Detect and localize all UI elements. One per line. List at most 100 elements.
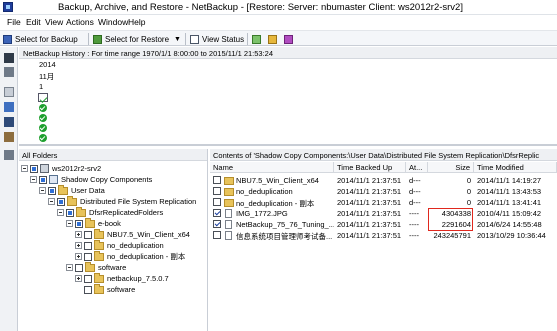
row-checkbox[interactable] bbox=[213, 187, 221, 195]
tools-icon[interactable] bbox=[4, 150, 14, 160]
backup-success-icon[interactable] bbox=[39, 124, 47, 132]
column-header-time-modified[interactable]: Time Modified bbox=[474, 162, 557, 173]
menu-edit[interactable]: Edit bbox=[26, 17, 41, 27]
tree-node-label: Distributed File System Replication bbox=[80, 197, 197, 206]
title-bar: Backup, Archive, and Restore - NetBackup… bbox=[0, 0, 557, 15]
select-for-restore-button[interactable]: Select for Restore ▼ bbox=[93, 33, 181, 45]
shadow-copy-icon bbox=[49, 175, 58, 184]
tree-node-dfsr-folders[interactable]: DfsrReplicatedFolders bbox=[21, 206, 207, 218]
refresh-button[interactable] bbox=[252, 33, 264, 45]
chevron-down-icon[interactable]: ▼ bbox=[174, 36, 181, 43]
collapse-icon[interactable] bbox=[48, 198, 55, 205]
tree-checkbox[interactable] bbox=[84, 230, 92, 239]
tree-node-no-dedup[interactable]: no_deduplication bbox=[21, 239, 207, 251]
collapse-icon[interactable] bbox=[57, 209, 64, 216]
menu-file[interactable]: File bbox=[7, 17, 21, 27]
menu-help[interactable]: Help bbox=[128, 17, 145, 27]
tree-checkbox[interactable] bbox=[48, 186, 56, 195]
row-attributes: d--- bbox=[409, 176, 421, 185]
expand-icon[interactable] bbox=[4, 67, 14, 77]
tree-checkbox[interactable] bbox=[39, 175, 47, 184]
row-time-backed-up: 2014/11/1 21:37:51 bbox=[337, 198, 402, 207]
backup-list-icon[interactable] bbox=[4, 102, 14, 112]
tree-node-shadow-copy[interactable]: Shadow Copy Components bbox=[21, 174, 207, 185]
tree-checkbox[interactable] bbox=[84, 274, 92, 283]
table-row[interactable]: 信息系统项目管理师考试备... 2014/11/1 21:37:51 ---- … bbox=[210, 230, 557, 241]
row-name: NetBackup_75_76_Tuning_... bbox=[236, 220, 334, 229]
table-row[interactable]: NBU7.5_Win_Client_x64 2014/11/1 21:37:51… bbox=[210, 175, 557, 186]
backup-image-selected-icon[interactable] bbox=[38, 93, 48, 102]
collapse-icon[interactable] bbox=[39, 187, 46, 194]
folder-icon bbox=[94, 283, 104, 294]
search-icon[interactable] bbox=[4, 132, 14, 142]
backup-icon bbox=[3, 34, 12, 44]
menu-window[interactable]: Window bbox=[98, 17, 128, 27]
tree-node-software-sub[interactable]: software bbox=[21, 283, 207, 295]
tree-node-e-book[interactable]: e-book bbox=[21, 217, 207, 229]
collapse-icon[interactable] bbox=[66, 220, 73, 227]
row-time-modified: 2013/10/29 10:36:44 bbox=[477, 231, 546, 240]
history-day[interactable]: 1 bbox=[39, 82, 43, 91]
column-header-time-backed-up[interactable]: Time Backed Up bbox=[334, 162, 406, 173]
collapse-icon[interactable] bbox=[30, 176, 37, 183]
row-time-modified: 2014/11/1 13:41:41 bbox=[477, 198, 542, 207]
table-row[interactable]: NetBackup_75_76_Tuning_... 2014/11/1 21:… bbox=[210, 219, 557, 230]
calendar-icon[interactable] bbox=[4, 87, 14, 97]
row-attributes: ---- bbox=[409, 231, 419, 240]
tree-checkbox[interactable] bbox=[84, 241, 92, 250]
backup-success-icon[interactable] bbox=[39, 104, 47, 112]
row-checkbox[interactable] bbox=[213, 198, 221, 206]
row-checkbox[interactable] bbox=[213, 220, 221, 228]
expand-icon[interactable] bbox=[75, 253, 82, 260]
tree-node-dfsr[interactable]: Distributed File System Replication bbox=[21, 195, 207, 207]
tree-node-client[interactable]: ws2012r2-srv2 bbox=[21, 163, 207, 174]
column-header-size[interactable]: Size bbox=[428, 162, 474, 173]
column-header-name[interactable]: Name bbox=[210, 162, 334, 173]
tree-checkbox[interactable] bbox=[75, 263, 83, 272]
tree-node-no-dedup-copy[interactable]: no_deduplication - 副本 bbox=[21, 250, 207, 262]
tree-node-user-data[interactable]: User Data bbox=[21, 184, 207, 196]
column-header-attributes[interactable]: At... bbox=[406, 162, 428, 173]
select-for-backup-button[interactable]: Select for Backup bbox=[3, 33, 78, 45]
expand-icon[interactable] bbox=[75, 231, 82, 238]
expand-icon[interactable] bbox=[75, 242, 82, 249]
table-row[interactable]: no_deduplication - 副本 2014/11/1 21:37:51… bbox=[210, 197, 557, 208]
history-year[interactable]: 2014 bbox=[39, 60, 56, 69]
tree-checkbox[interactable] bbox=[84, 252, 92, 261]
table-row[interactable]: no_deduplication 2014/11/1 21:37:51 d---… bbox=[210, 186, 557, 197]
tree-node-label: software bbox=[107, 285, 136, 294]
row-time-modified: 2014/11/1 14:19:27 bbox=[477, 176, 542, 185]
table-row[interactable]: IMG_1772.JPG 2014/11/1 21:37:51 ---- 430… bbox=[210, 208, 557, 219]
backup-success-icon[interactable] bbox=[39, 134, 47, 142]
row-checkbox[interactable] bbox=[213, 231, 221, 239]
collapse-icon[interactable] bbox=[21, 165, 28, 172]
tree-node-label: e-book bbox=[98, 219, 121, 228]
preview-button[interactable] bbox=[268, 33, 280, 45]
menu-actions[interactable]: Actions bbox=[66, 17, 94, 27]
side-icon-strip bbox=[0, 47, 18, 331]
image-list-icon[interactable] bbox=[4, 117, 14, 127]
folder-icon bbox=[224, 199, 234, 207]
collapse-icon[interactable] bbox=[66, 264, 73, 271]
tree-node-nbu-client[interactable]: NBU7.5_Win_Client_x64 bbox=[21, 228, 207, 240]
tree-checkbox[interactable] bbox=[75, 219, 83, 228]
view-status-button[interactable]: View Status bbox=[190, 33, 244, 45]
select-for-backup-label: Select for Backup bbox=[15, 34, 78, 44]
toolbar-separator bbox=[185, 33, 186, 45]
tree-checkbox[interactable] bbox=[57, 197, 65, 206]
tree-node-software[interactable]: software bbox=[21, 261, 207, 273]
backup-success-icon[interactable] bbox=[39, 114, 47, 122]
tree-checkbox[interactable] bbox=[84, 285, 92, 294]
tree-node-netbackup-7507[interactable]: netbackup_7.5.0.7 bbox=[21, 272, 207, 284]
tree-checkbox[interactable] bbox=[30, 164, 38, 173]
history-month[interactable]: 11月 bbox=[39, 71, 54, 82]
tree-checkbox[interactable] bbox=[66, 208, 74, 217]
options-button[interactable] bbox=[284, 33, 296, 45]
row-checkbox[interactable] bbox=[213, 209, 221, 217]
menu-view[interactable]: View bbox=[45, 17, 63, 27]
row-attributes: d--- bbox=[409, 198, 421, 207]
expand-icon[interactable] bbox=[75, 275, 82, 282]
row-time-backed-up: 2014/11/1 21:37:51 bbox=[337, 187, 402, 196]
row-checkbox[interactable] bbox=[213, 176, 221, 184]
history-view-icon[interactable] bbox=[4, 53, 14, 63]
